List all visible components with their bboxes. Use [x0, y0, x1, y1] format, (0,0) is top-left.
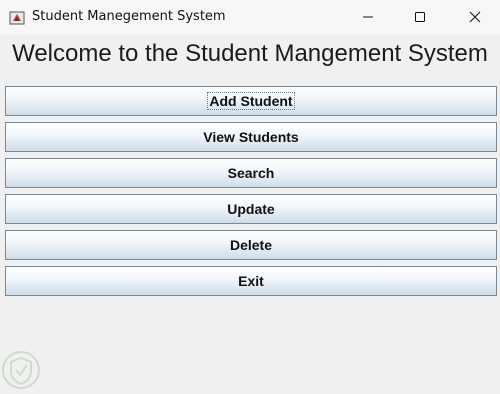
minimize-icon [362, 11, 374, 23]
shield-watermark-icon [1, 350, 41, 390]
exit-button[interactable]: Exit [5, 266, 497, 296]
title-bar[interactable]: Student Manegement System [0, 0, 500, 34]
exit-label: Exit [238, 273, 264, 289]
delete-label: Delete [229, 237, 273, 253]
maximize-icon [414, 11, 426, 23]
maximize-button[interactable] [397, 0, 443, 34]
add-student-button[interactable]: Add Student [5, 86, 497, 116]
close-button[interactable] [452, 0, 498, 34]
app-window: Student Manegement System Welcome to the… [0, 0, 500, 392]
window-title: Student Manegement System [32, 9, 226, 24]
delete-button[interactable]: Delete [5, 230, 497, 260]
update-button[interactable]: Update [5, 194, 497, 224]
view-students-label: View Students [203, 129, 299, 145]
welcome-heading: Welcome to the Student Mangement System [12, 40, 488, 67]
view-students-button[interactable]: View Students [5, 122, 497, 152]
search-button[interactable]: Search [5, 158, 497, 188]
close-icon [469, 11, 481, 23]
update-label: Update [227, 201, 275, 217]
search-label: Search [227, 165, 275, 181]
minimize-button[interactable] [345, 0, 391, 34]
java-cup-icon[interactable] [9, 9, 25, 25]
add-student-label: Add Student [207, 92, 295, 110]
